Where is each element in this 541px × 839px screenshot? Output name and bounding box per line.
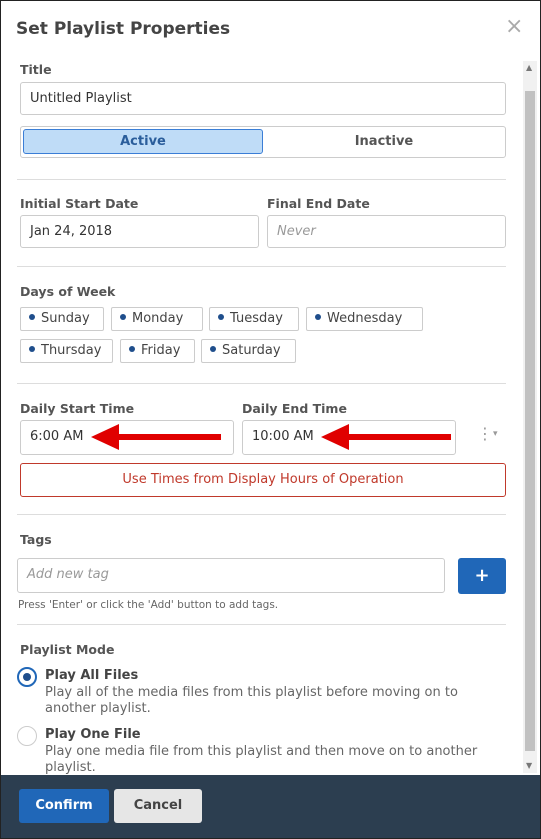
cancel-button[interactable]: Cancel: [114, 789, 202, 823]
tag-input[interactable]: Add new tag: [17, 558, 445, 593]
day-monday[interactable]: Monday: [111, 307, 203, 331]
divider: [17, 179, 506, 180]
start-date-label: Initial Start Date: [20, 196, 139, 211]
end-date-input[interactable]: Never: [267, 215, 506, 248]
start-date-input[interactable]: Jan 24, 2018: [20, 215, 259, 248]
end-time-label: Daily End Time: [242, 401, 347, 416]
day-thursday[interactable]: Thursday: [20, 339, 113, 363]
divider: [17, 624, 506, 625]
add-tag-button[interactable]: +: [458, 558, 506, 594]
playlist-mode-label: Playlist Mode: [20, 642, 115, 657]
inactive-toggle-button[interactable]: Inactive: [264, 129, 504, 154]
divider: [17, 383, 506, 384]
dialog-footer: Confirm Cancel: [1, 775, 540, 838]
divider: [17, 514, 506, 515]
selected-dot-icon: [210, 346, 216, 352]
play-all-files-title: Play All Files: [45, 668, 139, 683]
selected-dot-icon: [29, 314, 35, 320]
day-saturday[interactable]: Saturday: [201, 339, 296, 363]
day-wednesday[interactable]: Wednesday: [306, 307, 423, 331]
days-of-week-label: Days of Week: [20, 284, 116, 299]
title-input[interactable]: Untitled Playlist: [20, 82, 506, 115]
tags-hint: Press 'Enter' or click the 'Add' button …: [18, 599, 279, 611]
play-one-file-radio[interactable]: [17, 726, 37, 746]
playlist-properties-dialog: Set Playlist Properties × ▲ ▼ Title Unti…: [0, 0, 541, 839]
tags-label: Tags: [20, 532, 52, 547]
selected-dot-icon: [218, 314, 224, 320]
use-display-hours-button[interactable]: Use Times from Display Hours of Operatio…: [20, 463, 506, 497]
day-tuesday[interactable]: Tuesday: [209, 307, 299, 331]
red-arrow-annotation-icon: [91, 424, 221, 450]
end-date-label: Final End Date: [267, 196, 370, 211]
day-sunday[interactable]: Sunday: [20, 307, 104, 331]
play-all-files-radio[interactable]: [17, 667, 37, 687]
play-all-files-description: Play all of the media files from this pl…: [45, 685, 458, 716]
scroll-up-arrow-icon[interactable]: ▲: [526, 63, 532, 72]
red-arrow-annotation-icon: [321, 424, 451, 450]
play-one-file-description: Play one media file from this playlist a…: [45, 744, 478, 775]
scroll-down-arrow-icon[interactable]: ▼: [526, 761, 532, 770]
close-icon[interactable]: ×: [505, 14, 523, 40]
day-friday[interactable]: Friday: [120, 339, 195, 363]
status-toggle: Active Inactive: [20, 126, 506, 158]
dialog-title: Set Playlist Properties: [16, 19, 231, 39]
confirm-button[interactable]: Confirm: [19, 789, 109, 823]
divider: [17, 266, 506, 267]
selected-dot-icon: [129, 346, 135, 352]
active-toggle-button[interactable]: Active: [23, 129, 263, 154]
scrollbar[interactable]: ▲ ▼: [523, 61, 537, 773]
start-time-label: Daily Start Time: [20, 401, 135, 416]
selected-dot-icon: [120, 314, 126, 320]
scrollbar-thumb[interactable]: [525, 91, 535, 751]
title-label: Title: [20, 62, 52, 77]
selected-dot-icon: [315, 314, 321, 320]
play-one-file-title: Play One File: [45, 727, 141, 742]
time-options-menu-icon[interactable]: ⋮▾: [477, 426, 498, 442]
dialog-header: Set Playlist Properties ×: [1, 1, 540, 59]
selected-dot-icon: [29, 346, 35, 352]
